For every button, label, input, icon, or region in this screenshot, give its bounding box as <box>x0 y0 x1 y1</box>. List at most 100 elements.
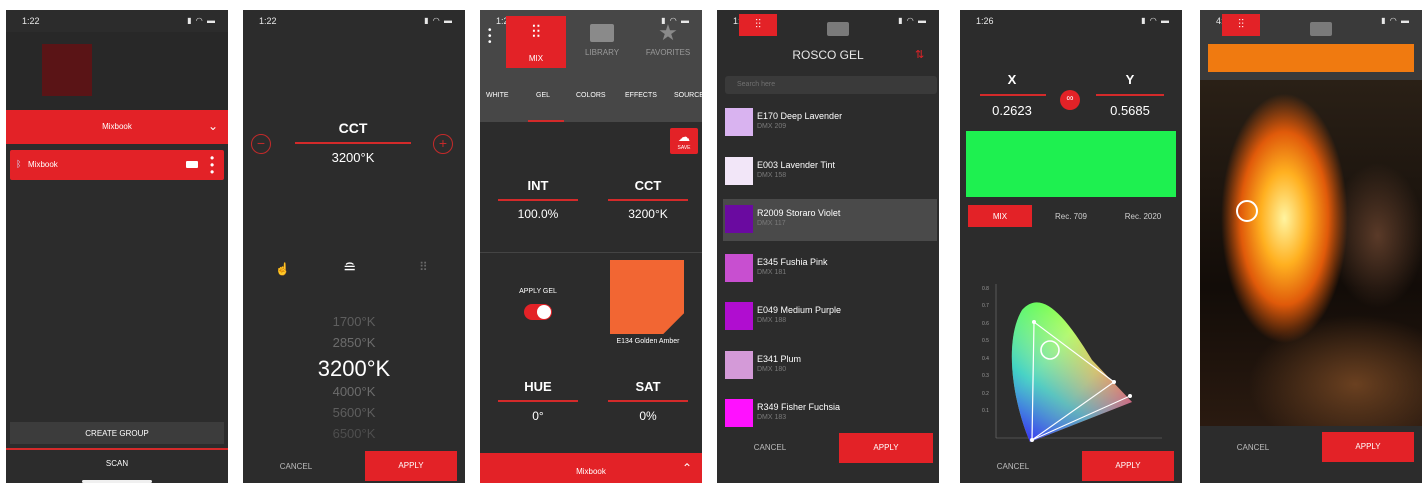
camera-photo[interactable] <box>1200 80 1422 426</box>
cct-option[interactable]: 5600°K <box>243 405 465 426</box>
gel-swatch[interactable] <box>610 260 684 334</box>
footer-group-bar[interactable]: Mixbook ⌃ <box>480 453 702 483</box>
more-vertical-icon[interactable]: • • • <box>488 26 492 48</box>
list-icon[interactable]: ≘ <box>343 258 356 278</box>
keypad-icon[interactable]: ⠿ <box>419 260 428 274</box>
hue-underline <box>498 400 578 402</box>
fixture-row[interactable]: ᛒ Mixbook • • • <box>10 150 224 180</box>
save-label: SAVE <box>677 145 691 151</box>
tab-mix[interactable]: ⫶⫶ <box>1222 14 1260 36</box>
tab-mix[interactable]: ⫶⫶ MIX <box>506 16 566 68</box>
gel-dmx: DMX 209 <box>757 123 787 130</box>
y-value[interactable]: 0.5685 <box>1100 103 1160 118</box>
tab-gel[interactable]: GEL <box>536 92 550 99</box>
status-bar: 1:22 ▮ ◠ ▬ <box>6 10 228 32</box>
sat-underline <box>608 400 688 402</box>
group-header[interactable]: Mixbook ⌄ <box>6 110 228 144</box>
cct-value[interactable]: 3200°K <box>608 207 688 221</box>
picked-color-swatch <box>1208 44 1414 72</box>
int-underline <box>498 199 578 201</box>
gel-dmx: DMX 117 <box>757 220 786 227</box>
gel-name: E341 Plum <box>757 353 802 364</box>
status-icons: ▮ ◠ ▬ <box>898 16 927 25</box>
tab-mix[interactable]: ⫶⫶ <box>739 14 777 36</box>
sort-icon[interactable]: ⇅ <box>915 48 924 61</box>
int-value[interactable]: 100.0% <box>498 207 578 221</box>
apply-gel-toggle[interactable] <box>524 304 552 320</box>
apply-button[interactable]: APPLY <box>1082 451 1174 481</box>
save-button[interactable]: ☁ SAVE <box>670 128 698 154</box>
folder-icon[interactable] <box>827 22 849 36</box>
group-header-title: Mixbook <box>102 122 132 131</box>
gel-name: E170 Deep Lavender <box>757 111 843 121</box>
tab-library[interactable]: LIBRARY <box>572 24 632 57</box>
minus-icon[interactable]: − <box>251 134 271 154</box>
mode-mix-button[interactable]: MIX <box>968 205 1032 227</box>
cct-list[interactable]: 1700°K 2850°K 3200°K 4000°K 5600°K 6500°… <box>243 314 465 447</box>
cancel-button[interactable]: CANCEL <box>261 462 331 471</box>
gel-list-item[interactable]: E003 Lavender Tint DMX 158 <box>723 151 937 193</box>
cct-label: CCT <box>634 178 662 193</box>
sat-value[interactable]: 0% <box>608 409 688 423</box>
cct-option-selected[interactable]: 3200°K <box>243 356 465 384</box>
cct-option[interactable]: 4000°K <box>243 384 465 405</box>
gel-list-item[interactable]: E341 Plum DMX 180 <box>723 345 937 387</box>
gel-dmx: DMX 158 <box>757 171 787 179</box>
gamut-vertex <box>1032 320 1036 324</box>
tab-white[interactable]: WHITE <box>486 92 509 99</box>
gel-list-item[interactable]: R349 Fisher Fuchsia DMX 183 <box>723 393 937 435</box>
axis-tick: 0.3 <box>982 373 989 379</box>
mode-rec2020-button[interactable]: Rec. 2020 <box>1108 212 1178 221</box>
cct-option[interactable]: 2850°K <box>243 335 465 356</box>
plus-icon[interactable]: + <box>433 134 453 154</box>
cct-underline <box>608 199 688 201</box>
cct-value[interactable]: 3200°K <box>293 150 413 165</box>
gel-list-item[interactable]: E345 Fushia Pink DMX 181 <box>723 248 937 290</box>
gel-dmx: DMX 180 <box>757 365 787 373</box>
gel-swatch <box>725 156 753 185</box>
search-input[interactable]: Search here <box>725 76 937 94</box>
gel-name: R349 Fisher Fuchsia <box>757 402 841 412</box>
apply-button[interactable]: APPLY <box>1322 432 1414 462</box>
touch-icon[interactable]: ☝ <box>275 262 290 276</box>
folder-icon[interactable] <box>1310 22 1332 36</box>
scan-button[interactable]: SCAN <box>6 454 228 474</box>
gel-name: E003 Lavender Tint <box>757 159 836 170</box>
x-value[interactable]: 0.2623 <box>982 103 1042 118</box>
eyedropper-handle[interactable] <box>1236 200 1258 222</box>
gel-swatch <box>725 205 753 233</box>
cancel-button[interactable]: CANCEL <box>978 462 1048 471</box>
link-icon[interactable]: ∞ <box>1060 90 1080 110</box>
cct-option[interactable]: 1700°K <box>243 314 465 335</box>
gel-name: E049 Medium Purple <box>757 305 842 315</box>
gel-swatch <box>725 108 753 136</box>
tab-favorites[interactable]: ★ FAVORITES <box>638 20 698 58</box>
cie-chromaticity-diagram[interactable]: 0.8 0.7 0.6 0.5 0.4 0.3 0.2 0.1 <box>982 280 1172 446</box>
mix-tab-dimmed[interactable] <box>42 44 92 96</box>
gel-list-item[interactable]: R2009 Storaro Violet DMX 117 <box>723 199 937 241</box>
axis-tick: 0.2 <box>982 391 989 397</box>
axis-tick: 0.1 <box>982 408 989 414</box>
y-underline <box>1096 94 1164 96</box>
gel-list-item[interactable]: E170 Deep Lavender DMX 209 <box>723 102 937 144</box>
chevron-up-icon[interactable]: ⌃ <box>682 461 692 475</box>
hue-value[interactable]: 0° <box>498 409 578 423</box>
tab-effects[interactable]: EFFECTS <box>625 92 657 99</box>
cct-option[interactable]: 6500°K <box>243 426 465 447</box>
tab-source-match[interactable]: SOURCE MATCH <box>674 92 702 99</box>
more-vertical-icon[interactable]: • • • <box>210 152 214 178</box>
axis-tick: 0.6 <box>982 321 989 327</box>
tab-colors[interactable]: COLORS <box>576 92 606 99</box>
apply-button[interactable]: APPLY <box>839 433 933 463</box>
fixture-name: Mixbook <box>28 160 58 169</box>
chevron-down-icon[interactable]: ⌄ <box>208 119 218 133</box>
apply-button[interactable]: APPLY <box>365 451 457 481</box>
gel-list-item[interactable]: E049 Medium Purple DMX 188 <box>723 296 937 338</box>
screen-image-color-picker: 4:54 ▮ ◠ ▬ ⫶⫶ CANCEL APPLY <box>1200 10 1422 483</box>
cancel-button[interactable]: CANCEL <box>735 443 805 452</box>
cancel-button[interactable]: CANCEL <box>1218 443 1288 452</box>
create-group-button[interactable]: CREATE GROUP <box>10 422 224 444</box>
star-icon: ★ <box>658 20 678 45</box>
gel-dmx: DMX 188 <box>757 317 787 324</box>
mode-rec709-button[interactable]: Rec. 709 <box>1040 212 1102 221</box>
